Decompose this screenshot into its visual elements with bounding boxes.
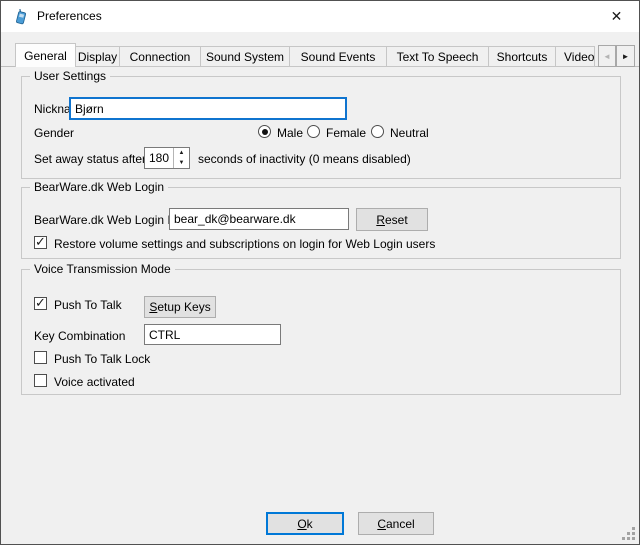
restore-volume-label: Restore volume settings and subscription… [54,237,435,251]
tab-sound-events[interactable]: Sound Events [289,46,387,67]
gender-radio-female-label: Female [326,126,366,140]
voice-activated-label: Voice activated [54,375,135,389]
reset-button[interactable]: Reset [356,208,428,231]
group-user-settings-title: User Settings [30,69,110,84]
tab-sound-system[interactable]: Sound System [200,46,290,67]
gender-radio-female[interactable] [307,125,320,138]
reset-button-mnemonic: R [376,213,385,227]
nickname-input[interactable] [69,97,347,120]
tab-general[interactable]: General [15,43,76,67]
window-title: Preferences [37,1,102,32]
tab-shortcuts[interactable]: Shortcuts [488,46,556,67]
gender-radio-neutral-label: Neutral [390,126,429,140]
cancel-button-mnemonic: C [377,517,386,531]
tab-display[interactable]: Display [75,46,120,67]
titlebar[interactable]: Preferences ✕ [1,1,639,32]
tab-video[interactable]: Video [555,46,595,67]
setup-keys-rest: etup Keys [157,300,210,314]
cancel-button[interactable]: Cancel [358,512,434,535]
away-status-suffix-label: seconds of inactivity (0 means disabled) [198,152,411,166]
tab-text-to-speech[interactable]: Text To Speech [386,46,489,67]
web-login-id-label: BearWare.dk Web Login ID [34,213,179,227]
check-icon: ✓ [35,295,46,311]
away-status-prefix-label: Set away status after [34,152,146,166]
ok-button-rest: k [307,517,313,531]
check-icon: ✓ [35,234,46,250]
gender-radio-neutral[interactable] [371,125,384,138]
close-icon[interactable]: ✕ [594,1,639,32]
ok-button-mnemonic: O [297,517,306,531]
group-web-login-title: BearWare.dk Web Login [30,180,168,195]
push-to-talk-label: Push To Talk [54,298,122,312]
gender-label: Gender [34,126,74,140]
restore-volume-checkbox[interactable]: ✓ [34,236,47,249]
key-combination-input[interactable] [144,324,281,345]
reset-button-rest: eset [385,213,408,227]
spin-down-icon[interactable]: ▼ [174,158,189,168]
group-voice-transmission-title: Voice Transmission Mode [30,262,175,277]
away-seconds-spin-buttons: ▲ ▼ [173,148,189,168]
push-to-talk-lock-label: Push To Talk Lock [54,352,150,366]
preferences-dialog: Preferences ✕ General Display Connection… [0,0,640,545]
setup-keys-mnemonic: S [149,300,157,314]
tab-scroll-right-icon[interactable]: ► [616,45,635,67]
key-combination-label: Key Combination [34,329,125,343]
tab-connection[interactable]: Connection [119,46,201,67]
spin-up-icon[interactable]: ▲ [174,148,189,158]
app-icon [13,9,29,25]
tab-scroll-left-icon[interactable]: ◄ [598,45,616,67]
push-to-talk-checkbox[interactable]: ✓ [34,297,47,310]
resize-grip[interactable] [619,524,635,540]
away-seconds-value: 180 [145,148,173,168]
setup-keys-button[interactable]: Setup Keys [144,296,216,318]
push-to-talk-lock-checkbox[interactable]: ✓ [34,351,47,364]
gender-radio-male[interactable] [258,125,271,138]
gender-radio-male-label: Male [277,126,303,140]
web-login-id-input[interactable] [169,208,349,230]
ok-button[interactable]: Ok [266,512,344,535]
cancel-button-rest: ancel [386,517,415,531]
tab-bar: General Display Connection Sound System … [16,43,595,67]
away-seconds-spinbox[interactable]: 180 ▲ ▼ [144,147,190,169]
voice-activated-checkbox[interactable]: ✓ [34,374,47,387]
